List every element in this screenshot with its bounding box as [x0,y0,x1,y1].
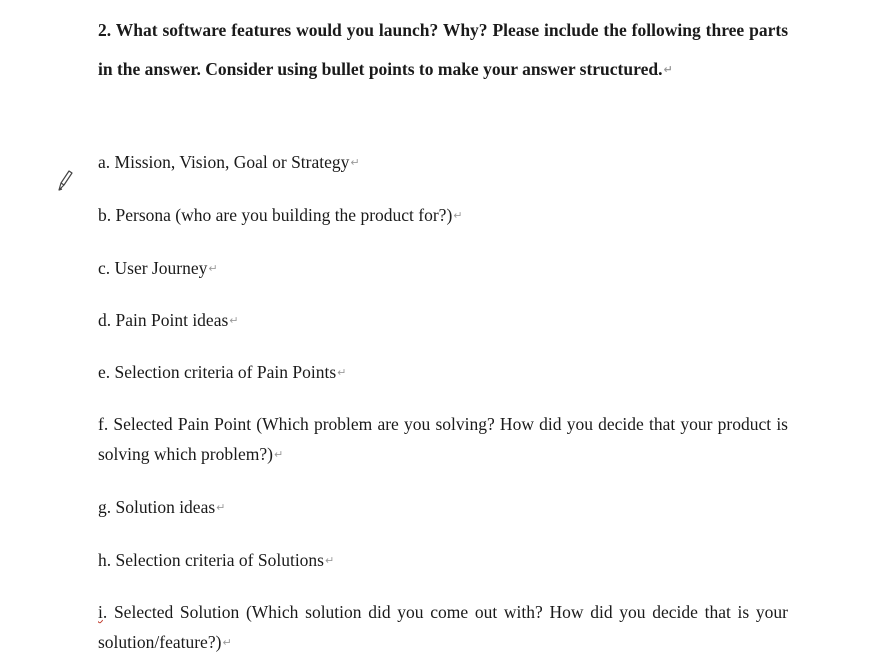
paragraph-mark: ↵ [663,63,673,76]
list-item-f: f. Selected Pain Point (Which problem ar… [98,409,788,470]
paragraph-mark: ↵ [273,448,284,461]
list-item-d: d. Pain Point ideas↵ [98,305,788,336]
list-item-text: b. Persona (who are you building the pro… [98,205,453,225]
list-item-a: a. Mission, Vision, Goal or Strategy↵ [98,147,788,178]
list-item-h: h. Selection criteria of Solutions↵ [98,545,788,576]
paragraph-mark: ↵ [208,262,218,275]
paragraph-mark: ↵ [325,554,335,567]
paragraph-mark: ↵ [222,636,232,649]
list-item-text: . Selected Solution (Which solution did … [98,602,788,652]
list-item-text: e. Selection criteria of Pain Points [98,362,337,382]
list-item-c: c. User Journey↵ [98,253,788,284]
paragraph-mark: ↵ [216,501,226,514]
paragraph-mark: ↵ [337,366,347,379]
list-item-text: f. Selected Pain Point (Which problem ar… [98,414,788,464]
paragraph-mark: ↵ [229,314,239,327]
list-item-text: a. Mission, Vision, Goal or Strategy [98,152,350,172]
pencil-cursor-icon [56,168,74,192]
question-text: 2. What software features would you laun… [98,20,788,79]
paragraph-mark: ↵ [350,156,360,169]
list-item-text: d. Pain Point ideas [98,310,229,330]
question-heading: 2. What software features would you laun… [98,11,788,89]
list-item-text: g. Solution ideas [98,497,216,517]
list-item-text: c. User Journey [98,258,208,278]
list-item-e: e. Selection criteria of Pain Points↵ [98,357,788,388]
document-page: 2. What software features would you laun… [0,0,883,661]
paragraph-mark: ↵ [453,209,463,222]
list-item-b: b. Persona (who are you building the pro… [98,200,788,231]
list-item-g: g. Solution ideas↵ [98,492,788,523]
list-item-i: i. Selected Solution (Which solution did… [98,597,788,658]
list-item-text: h. Selection criteria of Solutions [98,550,324,570]
